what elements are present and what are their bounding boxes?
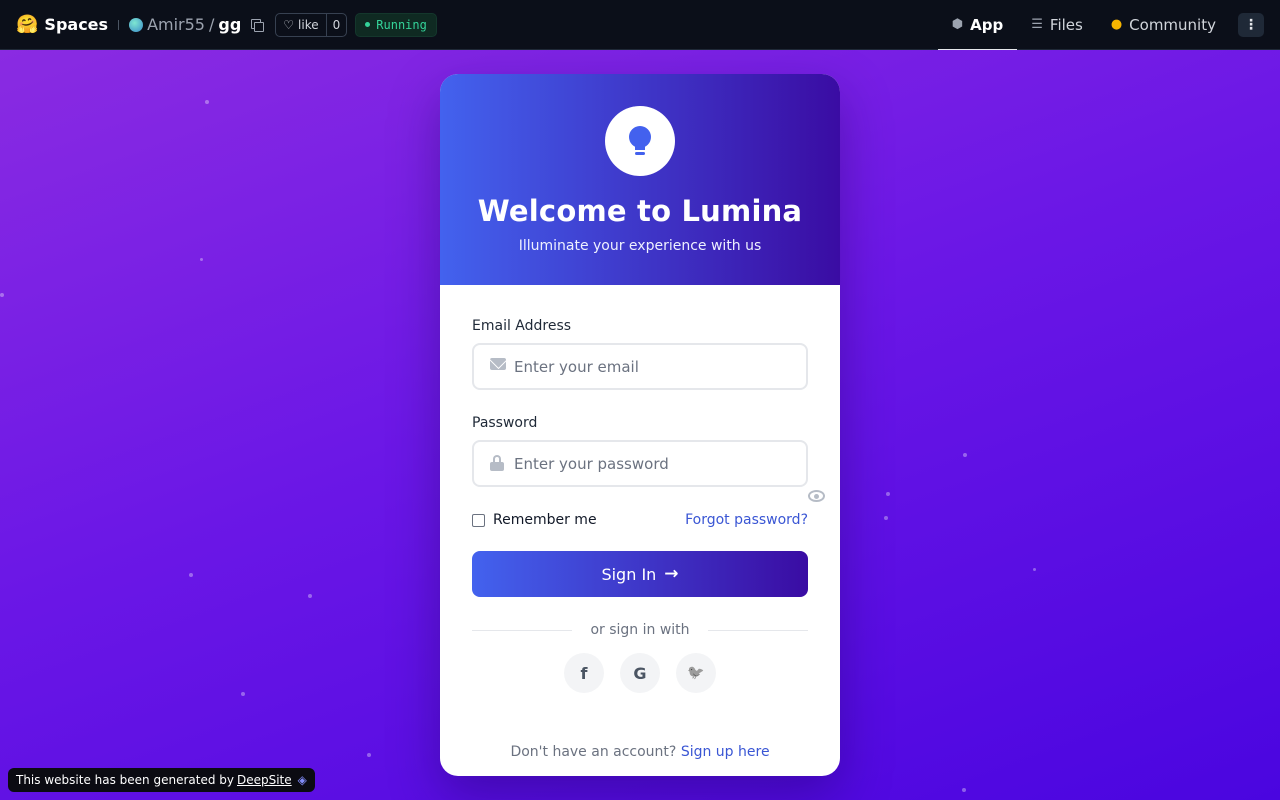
particle: [308, 594, 312, 598]
password-field[interactable]: Enter your password: [472, 440, 808, 487]
sign-in-button[interactable]: Sign In →: [472, 551, 808, 597]
more-options-button[interactable]: ⋮: [1238, 12, 1264, 37]
social-login-buttons: f G 🐦: [472, 653, 808, 693]
community-icon: ●: [1110, 17, 1123, 32]
lightbulb-icon: [629, 126, 651, 156]
page-subtitle: Illuminate your experience with us: [518, 238, 762, 254]
signup-prompt: Don't have an account? Sign up here: [440, 744, 840, 760]
tab-app[interactable]: ⬢ App: [937, 0, 1018, 51]
tab-community-label: Community: [1129, 15, 1216, 34]
repo-owner-link[interactable]: Amir55: [147, 15, 205, 34]
envelope-icon: [490, 358, 506, 370]
badge-text: This website has been generated by: [16, 773, 234, 787]
heart-icon: ♡: [283, 17, 295, 32]
particle: [189, 573, 193, 577]
particle: [367, 753, 371, 757]
like-label: like: [298, 17, 319, 32]
social-divider-label: or sign in with: [590, 622, 690, 638]
files-icon: ☰: [1031, 17, 1043, 32]
divider: [118, 19, 120, 30]
password-placeholder: Enter your password: [514, 454, 669, 473]
forgot-password-link[interactable]: Forgot password?: [685, 512, 808, 528]
tab-files-label: Files: [1049, 15, 1083, 34]
particle: [200, 258, 203, 261]
repo-breadcrumb: Amir55 / gg: [129, 15, 265, 34]
deepsite-logo-icon: ◈: [297, 773, 307, 787]
login-card-header: Welcome to Lumina Illuminate your experi…: [440, 74, 840, 285]
tab-files[interactable]: ☰ Files: [1017, 0, 1097, 50]
particle: [205, 100, 209, 104]
toggle-password-visibility-icon[interactable]: [808, 490, 825, 502]
remember-me-label: Remember me: [493, 512, 597, 528]
like-count[interactable]: 0: [327, 18, 347, 32]
particle: [962, 788, 966, 792]
owner-avatar: [129, 17, 144, 32]
copy-icon[interactable]: [251, 18, 265, 32]
sign-in-label: Sign In: [601, 564, 657, 584]
app-background: Welcome to Lumina Illuminate your experi…: [0, 50, 1280, 800]
google-login-button[interactable]: G: [620, 653, 660, 693]
tab-app-label: App: [970, 15, 1004, 34]
login-card: Welcome to Lumina Illuminate your experi…: [440, 74, 840, 776]
lumina-logo: [605, 106, 675, 176]
space-nav: ⬢ App ☰ Files ● Community ⋮: [937, 0, 1264, 51]
lock-icon: [490, 455, 504, 471]
spaces-label: Spaces: [44, 15, 109, 34]
status-dot-icon: [365, 22, 371, 27]
remember-me-checkbox[interactable]: [472, 513, 485, 527]
status-badge: Running: [355, 12, 437, 37]
repo-name-link[interactable]: gg: [218, 15, 241, 34]
particle: [886, 492, 890, 496]
signup-link[interactable]: Sign up here: [681, 744, 770, 760]
remember-me[interactable]: Remember me: [472, 512, 597, 528]
hugging-face-logo-icon: 🤗: [16, 13, 39, 35]
status-text: Running: [376, 17, 427, 32]
tab-community[interactable]: ● Community: [1097, 0, 1230, 50]
like-button[interactable]: ♡ like 0: [275, 12, 348, 37]
repo-slash: /: [208, 15, 215, 34]
facebook-icon: f: [580, 663, 588, 683]
particle: [963, 453, 967, 457]
arrow-right-icon: →: [664, 564, 679, 584]
google-icon: G: [633, 663, 647, 683]
twitter-icon: 🐦: [687, 665, 705, 681]
deepsite-badge: This website has been generated by DeepS…: [8, 768, 315, 792]
deepsite-link[interactable]: DeepSite: [237, 773, 292, 787]
particle: [0, 293, 4, 297]
particle: [884, 516, 888, 520]
twitter-login-button[interactable]: 🐦: [676, 653, 716, 693]
email-placeholder: Enter your email: [514, 357, 639, 376]
space-header: 🤗 Spaces Amir55 / gg ♡ like 0 Running ⬢ A…: [0, 0, 1280, 51]
facebook-login-button[interactable]: f: [564, 653, 604, 693]
form-options-row: Remember me Forgot password?: [472, 512, 808, 528]
page-title: Welcome to Lumina: [477, 194, 803, 228]
particle: [1033, 568, 1036, 571]
signup-prompt-text: Don't have an account?: [510, 744, 677, 760]
login-form: Email Address Enter your email Password …: [440, 285, 840, 693]
social-divider: or sign in with: [472, 622, 808, 638]
particle: [241, 692, 245, 696]
email-field[interactable]: Enter your email: [472, 343, 808, 390]
cube-icon: ⬢: [951, 17, 964, 32]
password-label: Password: [472, 415, 538, 431]
spaces-home-link[interactable]: 🤗 Spaces: [16, 15, 108, 34]
email-label: Email Address: [472, 318, 572, 334]
